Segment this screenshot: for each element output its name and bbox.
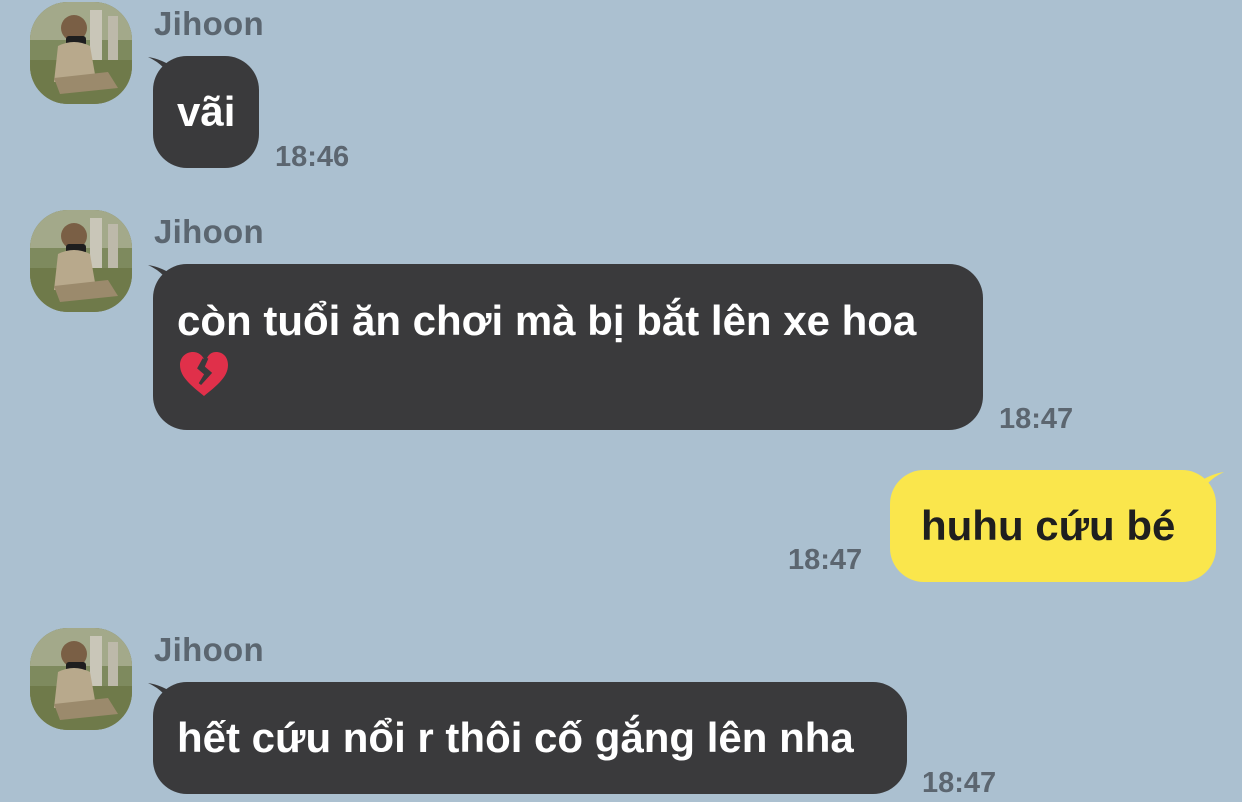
message-bubble[interactable]: hết cứu nổi r thôi cố gắng lên nha bbox=[153, 682, 907, 794]
avatar[interactable] bbox=[30, 628, 132, 730]
message-timestamp: 18:47 bbox=[922, 767, 997, 799]
sender-name: Jihoon bbox=[154, 213, 264, 250]
message-timestamp: 18:46 bbox=[275, 141, 350, 173]
message-bubble[interactable]: huhu cứu bé bbox=[890, 470, 1216, 582]
message-emoji-line bbox=[177, 348, 959, 402]
avatar[interactable] bbox=[30, 210, 132, 312]
bubble-tail bbox=[1196, 472, 1224, 500]
message-text: còn tuổi ăn chơi mà bị bắt lên xe hoa bbox=[177, 297, 917, 344]
chat-area[interactable]: Jihoon vãi 18:46 Jihoon còn tuổi ăn chơi… bbox=[0, 0, 1242, 802]
message-text: vãi bbox=[177, 88, 236, 135]
sender-name: Jihoon bbox=[154, 5, 264, 42]
message-bubble[interactable]: vãi bbox=[153, 56, 259, 168]
message-timestamp: 18:47 bbox=[788, 544, 863, 576]
message-timestamp: 18:47 bbox=[999, 403, 1074, 435]
message-text: hết cứu nổi r thôi cố gắng lên nha bbox=[177, 714, 854, 761]
avatar[interactable] bbox=[30, 2, 132, 104]
sender-name: Jihoon bbox=[154, 631, 264, 668]
broken-heart-icon bbox=[180, 352, 228, 396]
message-bubble[interactable]: còn tuổi ăn chơi mà bị bắt lên xe hoa bbox=[153, 264, 983, 430]
message-text: huhu cứu bé bbox=[921, 502, 1176, 549]
